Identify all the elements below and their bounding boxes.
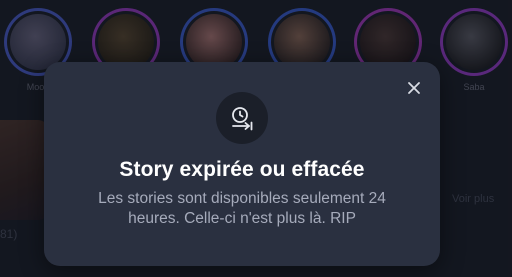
expired-icon-badge (216, 92, 268, 144)
dialog-message: Les stories sont disponibles seulement 2… (98, 190, 386, 227)
dialog-title: Story expirée ou effacée (119, 158, 365, 181)
close-icon (408, 82, 420, 94)
clock-skip-icon (232, 107, 253, 131)
close-button[interactable] (404, 78, 424, 98)
story-expired-dialog: Story expirée ou effacée Les stories son… (44, 62, 440, 266)
